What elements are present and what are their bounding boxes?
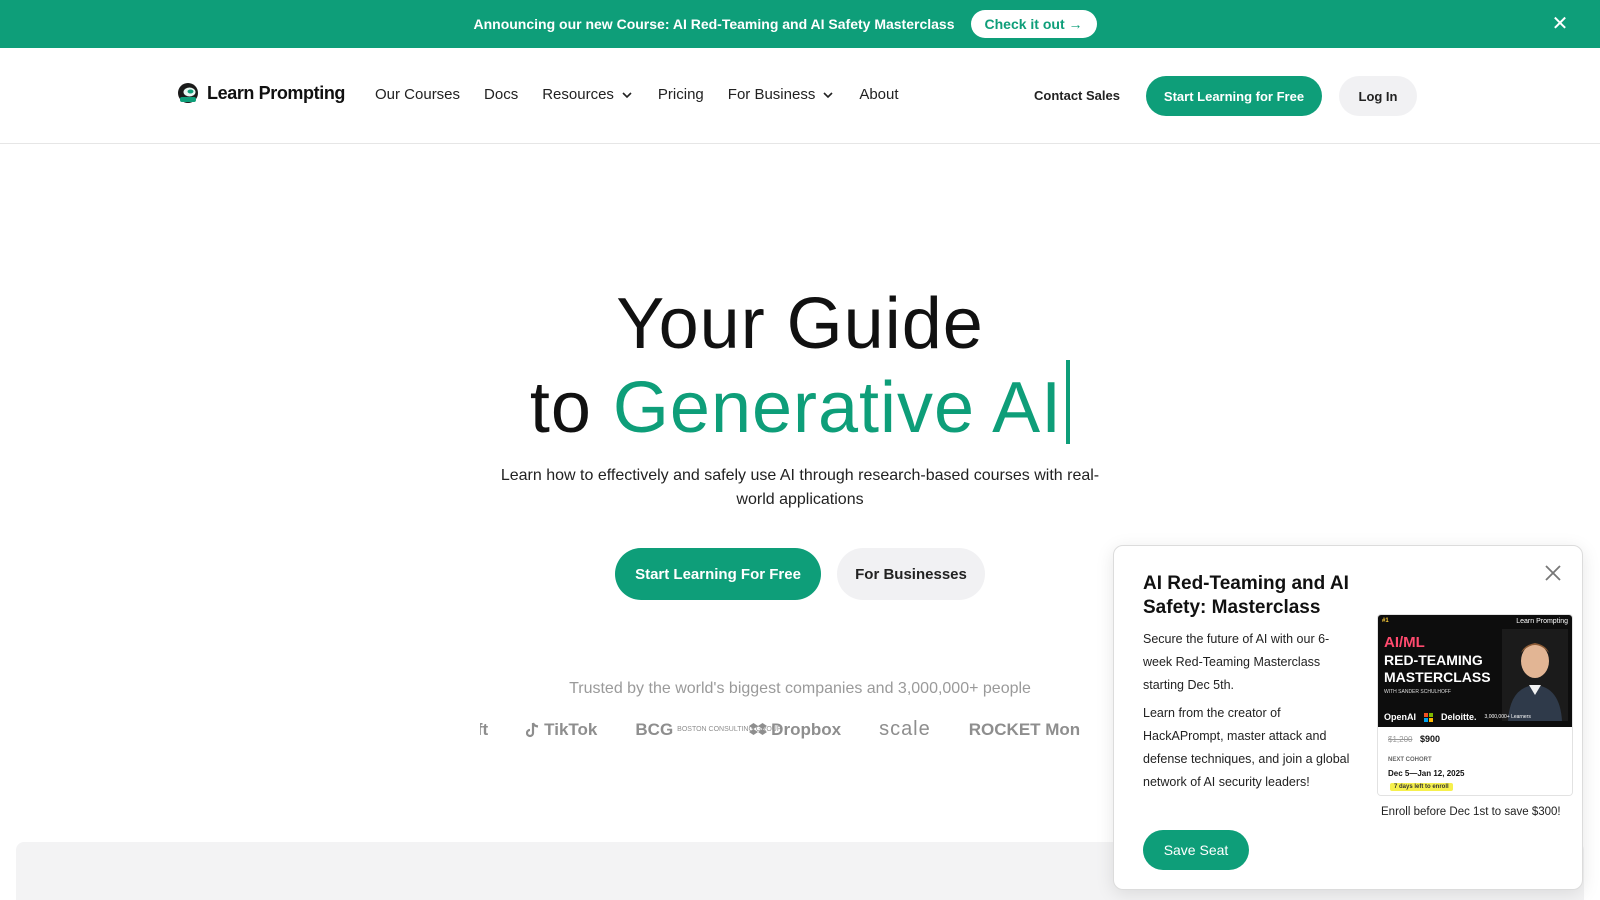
rocket-money-logo: ROCKET Mon bbox=[968, 719, 1081, 739]
tiktok-logo: TikTok bbox=[526, 720, 597, 740]
card-next-cohort: NEXT COHORT bbox=[1388, 757, 1432, 763]
hero-subtitle: Learn how to effectively and safely use … bbox=[500, 467, 1100, 508]
main-nav: Learn Prompting Our Courses Docs Resourc… bbox=[0, 48, 1600, 144]
typing-cursor bbox=[1066, 360, 1071, 444]
course-card-image[interactable]: #1 Learn Prompting AI/ML RED-TEAMING MAS… bbox=[1377, 614, 1573, 796]
nav-about[interactable]: About bbox=[859, 86, 898, 103]
card-instructor: WITH SANDER SCHULHOFF bbox=[1384, 689, 1451, 695]
nav-resources-label: Resources bbox=[542, 86, 614, 103]
masterclass-promo-popup: AI Red-Teaming and AI Safety: Masterclas… bbox=[1113, 545, 1583, 890]
nav-our-courses[interactable]: Our Courses bbox=[375, 86, 460, 103]
bcg-logo-text: BCG bbox=[635, 719, 674, 739]
nav-docs[interactable]: Docs bbox=[484, 86, 518, 103]
save-seat-button[interactable]: Save Seat bbox=[1143, 830, 1249, 870]
close-popup-icon[interactable] bbox=[1542, 562, 1564, 584]
card-heading-aiml: AI/ML bbox=[1384, 634, 1425, 651]
bcg-logo: BCG BOSTON CONSULTING GROUP bbox=[635, 719, 782, 740]
microsoft-logo: rosoft bbox=[480, 719, 489, 739]
tiktok-note-icon bbox=[526, 722, 539, 737]
chevron-down-icon bbox=[622, 91, 632, 98]
card-days-left: 7 days left to enroll bbox=[1390, 783, 1453, 791]
nav-docs-label: Docs bbox=[484, 86, 519, 103]
nav-resources[interactable]: Resources bbox=[542, 86, 634, 103]
card-old-price: $1,200 bbox=[1388, 735, 1413, 744]
nav-for-business[interactable]: For Business bbox=[728, 86, 836, 103]
tiktok-logo-text: TikTok bbox=[544, 719, 598, 739]
hero-title-line1: Your Guide bbox=[616, 284, 984, 364]
dropbox-logo-text: Dropbox bbox=[771, 719, 842, 739]
openai-logo: OpenAI bbox=[1384, 712, 1417, 722]
nav-our-courses-label: Our Courses bbox=[375, 86, 461, 103]
card-pricing: $1,200 $900 NEXT COHORT Dec 5—Jan 12, 20… bbox=[1378, 727, 1572, 795]
card-learners: 3,000,000+ Learners bbox=[1484, 714, 1531, 720]
for-businesses-button[interactable]: For Businesses bbox=[837, 548, 985, 600]
check-it-out-button[interactable]: Check it out → bbox=[970, 10, 1097, 38]
start-learning-hero-button[interactable]: Start Learning For Free bbox=[615, 548, 821, 600]
bcg-logo-subtext: BOSTON CONSULTING GROUP bbox=[677, 726, 782, 733]
dropbox-logo: Dropbox bbox=[749, 720, 841, 740]
chevron-down-icon bbox=[823, 91, 833, 98]
card-heading-red-teaming: RED-TEAMING MASTERCLASS bbox=[1384, 652, 1491, 685]
announcement-bar: Announcing our new Course: AI Red-Teamin… bbox=[0, 0, 1600, 48]
announcement-content: Announcing our new Course: AI Red-Teamin… bbox=[473, 10, 1097, 38]
contact-sales-link[interactable]: Contact Sales bbox=[1034, 88, 1120, 103]
microsoft-squares-icon bbox=[1424, 712, 1434, 722]
trusted-logos-carousel: rosoft TikTok BCG BOSTON CONSULTING GROU… bbox=[480, 718, 1120, 746]
hero-title-line2: to Generative AI bbox=[0, 360, 1600, 444]
card-dates: Dec 5—Jan 12, 2025 bbox=[1388, 769, 1465, 778]
nav-pricing[interactable]: Pricing bbox=[658, 86, 704, 103]
hero-title-accent: Generative AI bbox=[612, 368, 1063, 448]
logo-text: Learn Prompting bbox=[207, 82, 346, 103]
close-announcement-icon[interactable]: ✕ bbox=[1550, 14, 1570, 34]
promo-details: Learn from the creator of HackAPrompt, m… bbox=[1143, 706, 1350, 789]
card-partner-logos: OpenAI Deloitte. 3,000,000+ Learners bbox=[1378, 707, 1572, 727]
start-learning-nav-button[interactable]: Start Learning for Free bbox=[1146, 76, 1322, 116]
deloitte-logo: Deloitte. bbox=[1441, 712, 1477, 722]
logos-track: rosoft TikTok BCG BOSTON CONSULTING GROU… bbox=[480, 718, 1080, 741]
card-badge: #1 bbox=[1382, 618, 1389, 624]
promo-title: AI Red-Teaming and AI Safety: Masterclas… bbox=[1143, 573, 1349, 618]
card-brand: Learn Prompting bbox=[1516, 618, 1568, 625]
nav-links: Our Courses Docs Resources Pricing For B… bbox=[375, 86, 923, 103]
nav-about-label: About bbox=[859, 86, 899, 103]
promo-description: Secure the future of AI with our 6-week … bbox=[1143, 632, 1330, 692]
log-in-button[interactable]: Log In bbox=[1339, 76, 1417, 116]
nav-for-business-label: For Business bbox=[727, 86, 816, 103]
card-header: #1 Learn Prompting AI/ML RED-TEAMING MAS… bbox=[1378, 615, 1572, 727]
dropbox-icon bbox=[749, 722, 768, 735]
announcement-text: Announcing our new Course: AI Red-Teamin… bbox=[473, 16, 955, 32]
scale-logo: scale bbox=[879, 718, 931, 740]
astronaut-logo-icon bbox=[178, 83, 198, 103]
hero-title-prefix: to bbox=[529, 368, 613, 448]
enroll-note: Enroll before Dec 1st to save $300! bbox=[1381, 806, 1561, 818]
logo[interactable]: Learn Prompting bbox=[177, 82, 345, 104]
nav-pricing-label: Pricing bbox=[657, 86, 704, 103]
card-new-price: $900 bbox=[1420, 734, 1441, 744]
